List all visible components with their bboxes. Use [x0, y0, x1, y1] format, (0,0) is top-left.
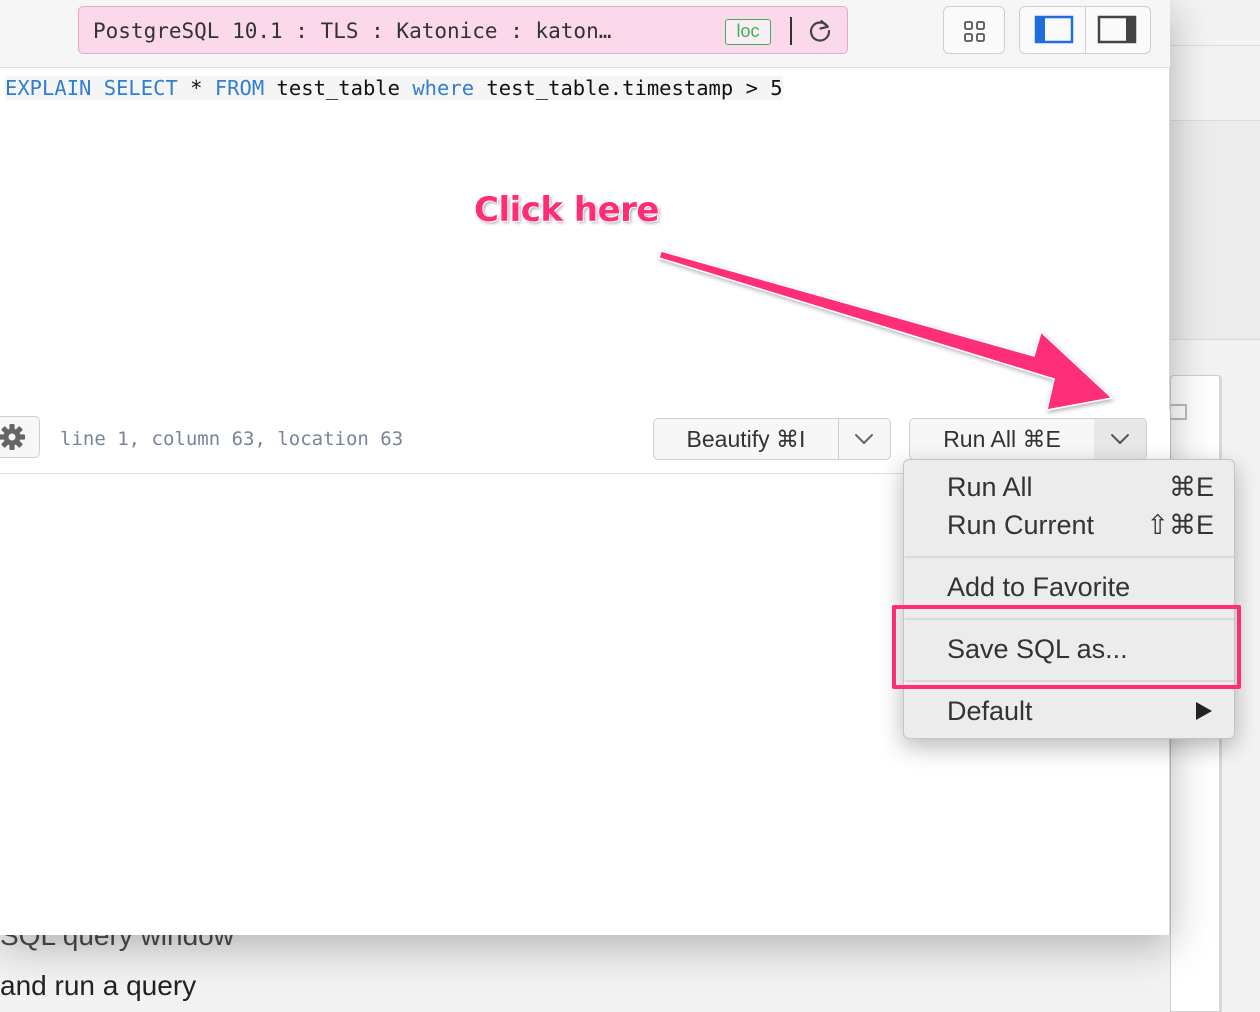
sql-text: test_table	[264, 76, 413, 100]
window-toolbar: PostgreSQL 10.1 : TLS : Katonice : katon…	[0, 0, 1170, 68]
run-options-menu: Run All ⌘E Run Current ⇧⌘E Add to Favori…	[903, 459, 1235, 739]
background-divider	[1170, 45, 1260, 46]
right-sidebar-icon[interactable]	[1086, 7, 1151, 53]
submenu-arrow-icon	[1196, 702, 1212, 720]
sql-text: test_table.timestamp > 5	[474, 76, 783, 100]
connection-indicator[interactable]: PostgreSQL 10.1 : TLS : Katonice : katon…	[78, 6, 848, 54]
menu-item-run-current[interactable]: Run Current ⇧⌘E	[904, 506, 1234, 544]
background-text-line-2: and run a query	[0, 970, 197, 1001]
menu-item-run-current-shortcut: ⇧⌘E	[1146, 510, 1214, 540]
beautify-button[interactable]: Beautify ⌘I	[654, 419, 838, 459]
menu-separator	[905, 556, 1234, 558]
sql-text: *	[177, 76, 215, 100]
beautify-chevron-down-icon[interactable]	[838, 419, 890, 459]
sql-keyword: SELECT	[103, 76, 178, 100]
menu-item-default-label: Default	[947, 696, 1033, 726]
sql-code-line[interactable]: EXPLAIN SELECT * FROM test_table where t…	[5, 76, 783, 100]
gear-icon	[0, 424, 25, 450]
menu-item-add-to-favorite-label: Add to Favorite	[947, 572, 1131, 602]
menu-item-run-current-label: Run Current	[947, 510, 1095, 540]
beautify-split-button: Beautify ⌘I	[653, 418, 891, 460]
sql-keyword: where	[412, 76, 475, 100]
settings-button[interactable]	[0, 416, 40, 458]
menu-item-add-to-favorite[interactable]: Add to Favorite	[904, 568, 1234, 606]
layout-toggle-group	[1019, 6, 1151, 54]
grid-icon	[964, 21, 985, 42]
sql-editor[interactable]: EXPLAIN SELECT * FROM test_table where t…	[0, 68, 1170, 408]
pill-separator	[790, 17, 792, 45]
save-sql-highlight-box	[892, 605, 1241, 689]
run-all-button[interactable]: Run All ⌘E	[910, 419, 1094, 459]
loc-badge: loc	[725, 19, 771, 45]
menu-item-run-all-shortcut: ⌘E	[1168, 472, 1214, 502]
grid-view-button[interactable]	[943, 6, 1005, 54]
click-here-annotation: Click here	[474, 190, 659, 230]
run-options-chevron-down-icon[interactable]	[1094, 419, 1146, 459]
menu-item-run-all-label: Run All	[947, 472, 1033, 502]
run-all-split-button: Run All ⌘E	[909, 418, 1147, 460]
menu-item-run-all[interactable]: Run All ⌘E	[904, 468, 1234, 506]
menu-item-default[interactable]: Default	[904, 692, 1234, 730]
connection-label: PostgreSQL 10.1 : TLS : Katonice : katon…	[93, 19, 612, 43]
sql-keyword: FROM	[214, 76, 265, 100]
background-band	[1170, 120, 1260, 340]
cursor-position: line 1, column 63, location 63	[60, 428, 404, 450]
refresh-icon[interactable]	[807, 18, 833, 44]
panel-icon	[1171, 404, 1187, 420]
sql-keyword: EXPLAIN	[5, 76, 92, 100]
left-sidebar-icon[interactable]	[1020, 7, 1085, 53]
